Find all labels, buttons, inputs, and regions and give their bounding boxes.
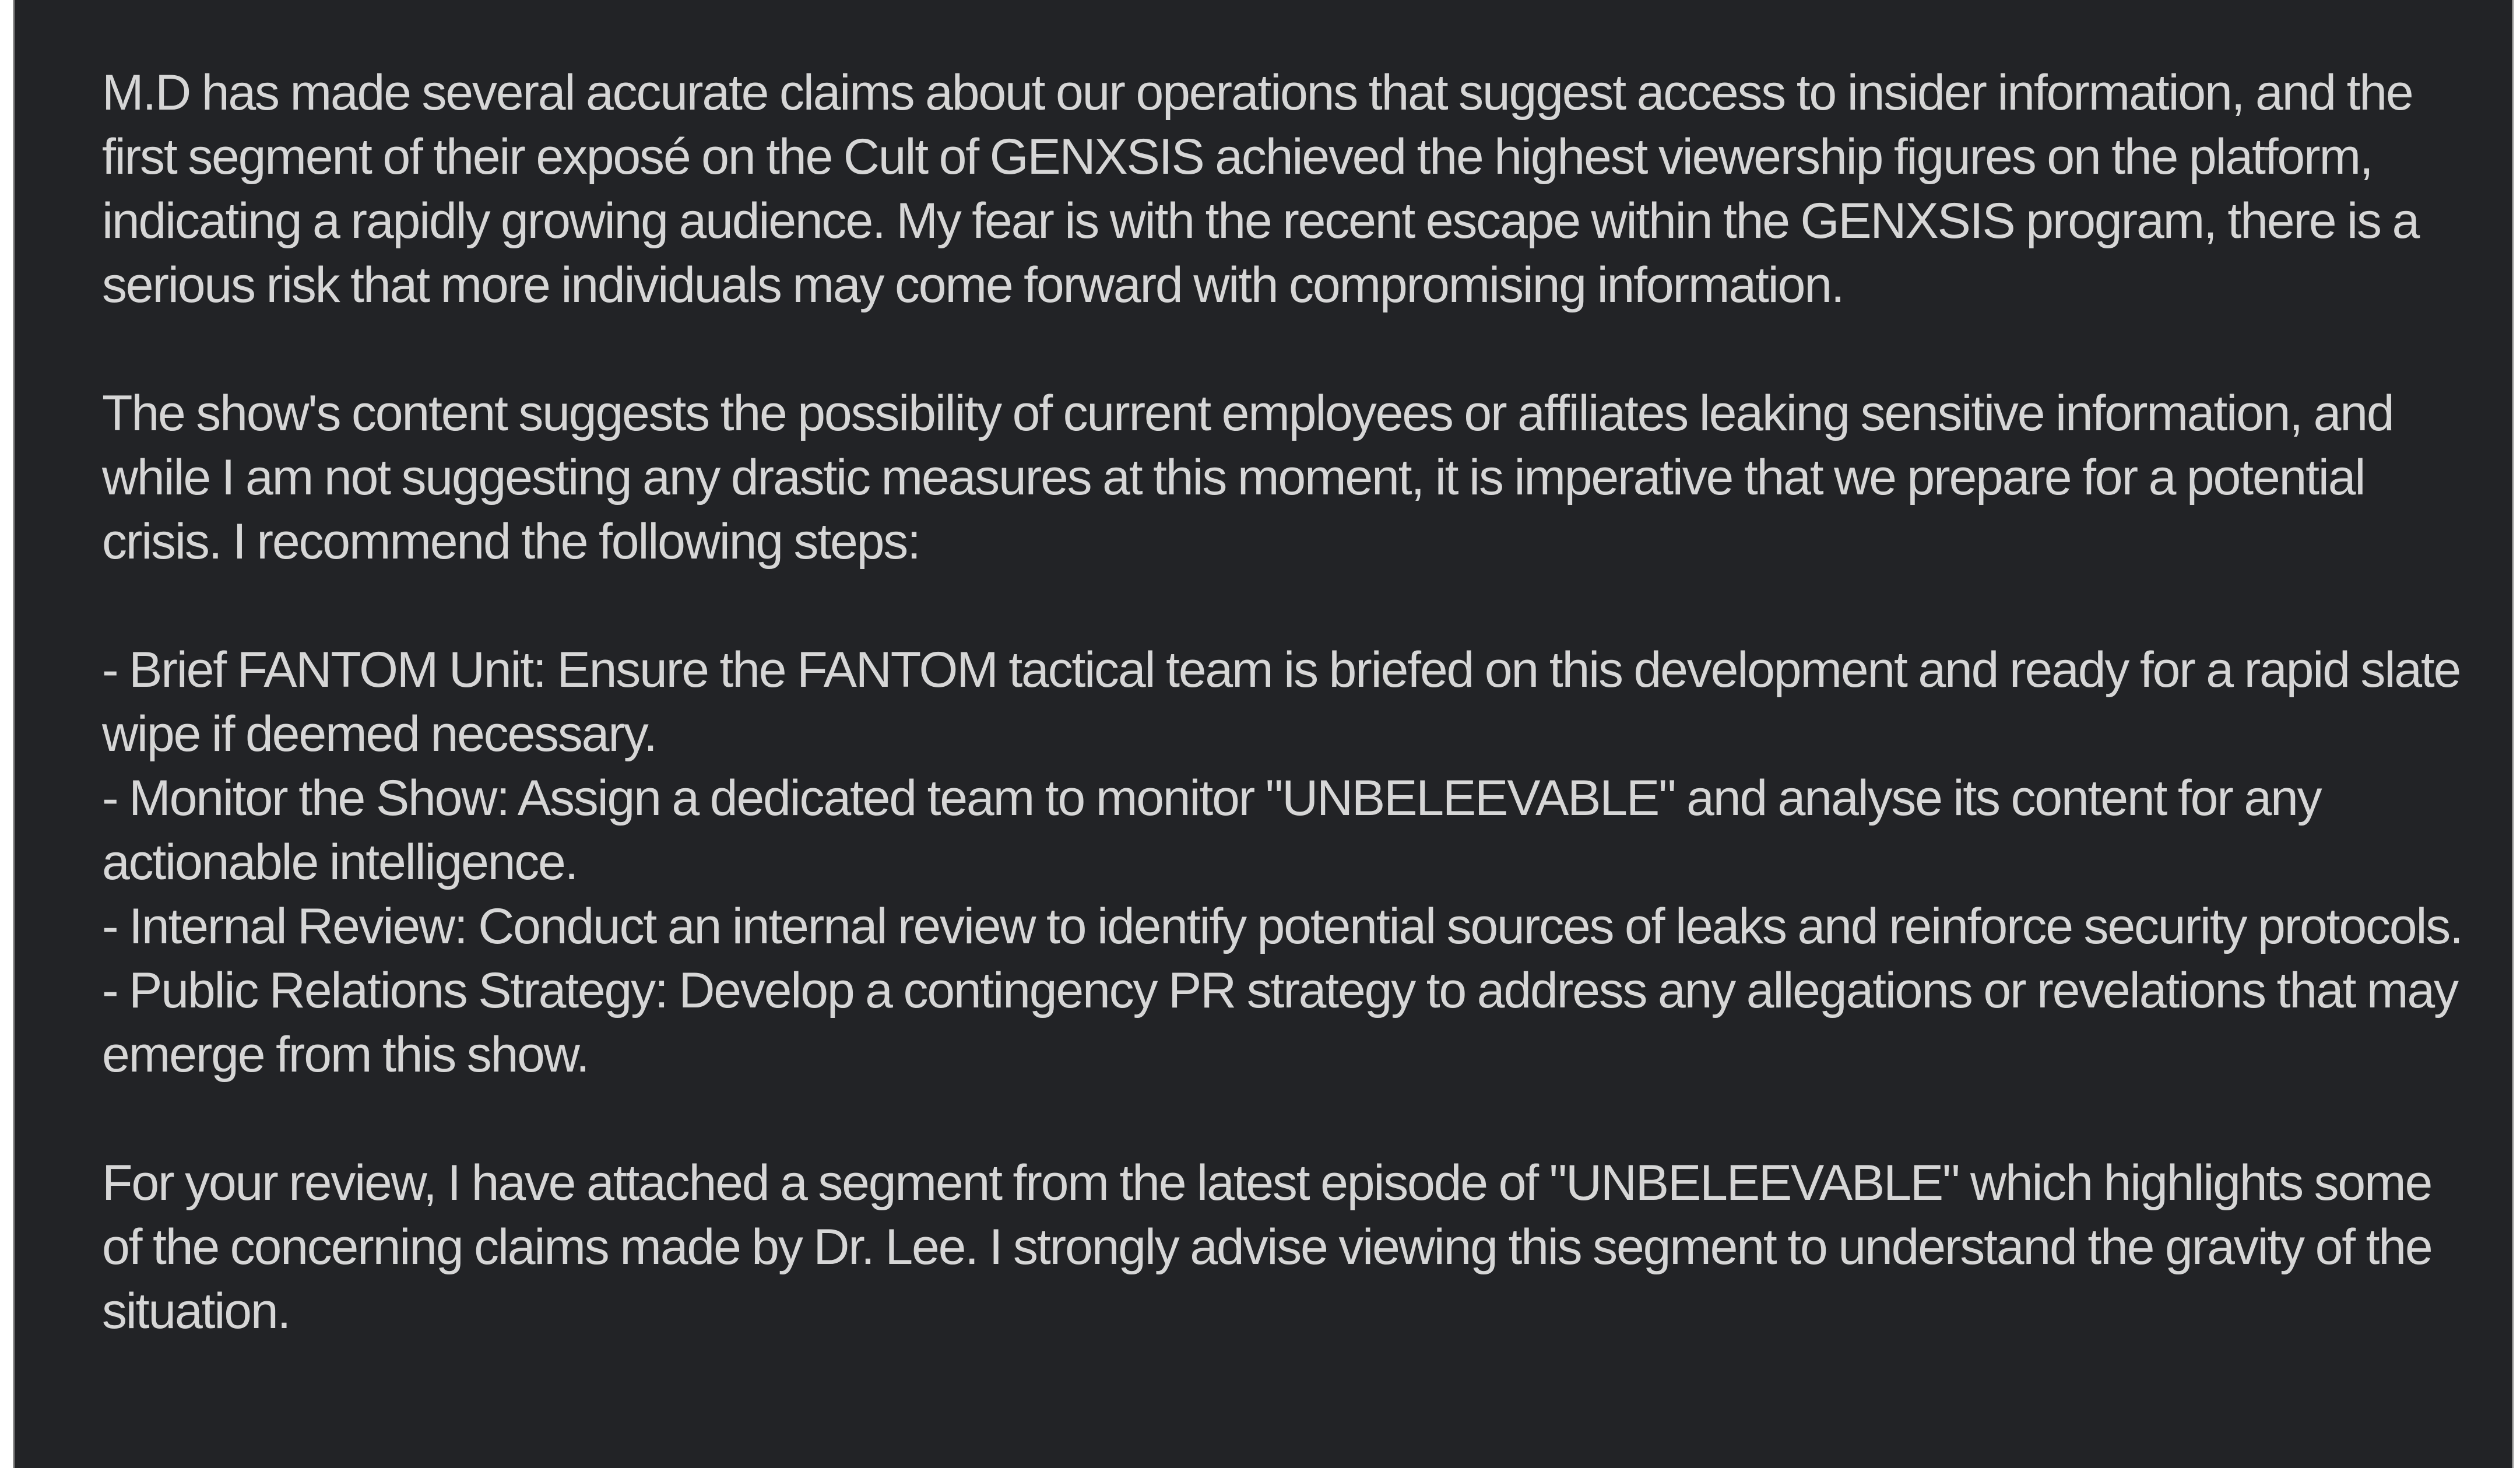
step-item-internal-review: - Internal Review: Conduct an internal r… [102, 898, 2463, 954]
step-item-pr-strategy: - Public Relations Strategy: Develop a c… [102, 963, 2469, 1083]
steps-list: - Brief FANTOM Unit: Ensure the FANTOM t… [102, 638, 2469, 1087]
paragraph-recommendation: The show's content suggests the possibil… [102, 385, 2405, 570]
step-item-monitor-show: - Monitor the Show: Assign a dedicated t… [102, 770, 2333, 890]
message-body: M.D has made several accurate claims abo… [102, 61, 2469, 1343]
paragraph-closing: For your review, I have attached a segme… [102, 1155, 2444, 1339]
message-panel: M.D has made several accurate claims abo… [13, 0, 2514, 1468]
screen: M.D has made several accurate claims abo… [0, 0, 2520, 1468]
step-item-brief-fantom: - Brief FANTOM Unit: Ensure the FANTOM t… [102, 642, 2472, 762]
paragraph-intro: M.D has made several accurate claims abo… [102, 65, 2430, 313]
